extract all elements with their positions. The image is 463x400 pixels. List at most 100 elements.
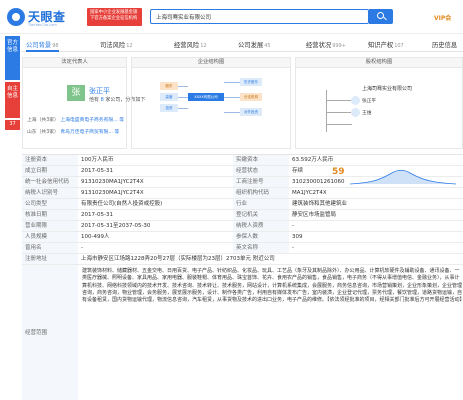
table-row: 核准日期 2017-05-31 登记机关 静安区市场监管局 [22,210,463,221]
promo-banner[interactable]: 国家中小企业发展基金旗下官方备案企业征信机构 [87,8,142,26]
rep-company-row[interactable]: 上海（共3家） 上海电盛商电子商务有限... 等 [27,116,124,123]
field-label: 统一社会信用代码 [22,177,78,187]
tree-branch [326,112,352,113]
field-label: 经营状态 [233,166,289,176]
company-link[interactable]: 上海电盛商电子商务有限... 等 [60,118,124,123]
top-bar: 天眼查 TianYanCha.com 国家中小企业发展基金旗下官方备案企业征信机… [0,0,463,34]
side-tab-official[interactable]: 官方信息 [5,36,20,80]
tab-count: 98 [52,43,59,49]
company-link[interactable]: 青岛万佳电子商贸有限... 等 [60,130,119,135]
tab-history[interactable]: 历史信息 [432,40,457,49]
meta-count[interactable]: 8 [101,97,104,103]
structure-node-center: XXXX有限公司 [188,93,224,101]
logo-eye-icon[interactable] [7,8,25,26]
field-label: 公司类型 [22,199,78,209]
field-value: 建筑装饰和其他建筑业 [292,201,348,207]
side-tab-self[interactable]: 自主信息 [5,82,20,118]
score-value[interactable]: 59 [332,167,345,177]
address-value: 上海市静安区江场路1228弄20号27层（实际楼层为23层）2703单元 附近公… [81,256,275,262]
field-value: - [292,245,294,251]
tab-label: 历史信息 [432,42,458,49]
business-scope-text: 建筑装饰材料、储藏器材、五金交电、日用百货、电子产品、针纺织品、化妆品、玩具、工… [82,268,463,304]
panel-title: 企业结构图 [132,58,290,68]
structure-panel[interactable]: 企业结构图 股东 高管 投资 XXXX有限公司 历史股东 分支机构 对外投资 [131,57,291,149]
logo-subtext: TianYanCha.com [28,23,57,27]
connector-line [224,97,240,98]
structure-node-executives: 高管 [160,93,178,101]
shareholder-name[interactable]: 王维 [362,110,371,116]
tree-branch [326,124,352,125]
field-value: 100-499人 [81,234,110,240]
field-value: 2017-05-31 [81,212,113,218]
field-label: 人员规模 [22,232,78,242]
shareholder-panel[interactable]: 股权结构图 上海司骞实业有限公司 张正平 王维 [295,57,463,149]
tab-company-background[interactable]: 公司背景98 [26,40,59,52]
table-row: 注册资本 100万人民币 实缴资本 63.592万人民币 [22,155,463,166]
shareholder-company: 上海司骞实业有限公司 [362,86,413,92]
field-value: 91310230MA1JYC2T4X [81,190,144,196]
field-label: 经营范围 [22,265,78,400]
field-label: 工商注册号 [233,177,289,187]
side-tab-count-badge: 37 [5,120,20,130]
field-label: 组织机构代码 [233,188,289,198]
connector-line [178,97,188,98]
field-label: 营业期限 [22,221,78,231]
connector-line [224,112,240,113]
field-value: - [292,223,294,229]
tab-label: 经营状况 [306,42,332,49]
shareholder-name[interactable]: 张正平 [362,98,376,104]
tab-label: 经营风险 [174,42,200,49]
search-input[interactable] [151,10,368,23]
table-row: 纳税人识别号 91310230MA1JYC2T4X 组织机构代码 MA1JYC2… [22,188,463,199]
rep-company-row[interactable]: 山东（共3家） 青岛万佳电子商贸有限... 等 [27,128,119,135]
field-value: 静安区市场监管局 [292,212,337,218]
tab-count: 12 [200,43,207,49]
connector-line [224,82,240,83]
field-value: 91310230MA1JYC2T4X [81,179,144,185]
table-row: 人员规模 100-499人 参保人数 309 [22,232,463,243]
table-row: 营业期限 2017-05-31至2037-05-30 纳税人资质 - [22,221,463,232]
field-label: 参保人数 [233,232,289,242]
field-label: 注册地址 [22,254,78,264]
tree-line [326,90,327,132]
legal-rep-name[interactable]: 张正平 [89,86,110,96]
tab-count: 12 [126,43,133,49]
tab-label: 公司发展 [238,42,264,49]
field-label: 纳税人资质 [233,221,289,231]
tab-company-development[interactable]: 公司发展45 [238,40,271,49]
tree-branch [326,100,352,101]
shareholder-avatar [351,108,360,117]
tab-operating-status[interactable]: 经营状况999+ [306,40,346,49]
section-tabs: 公司背景98 司法风险12 经营风险12 公司发展45 经营状况999+ 知识产… [22,38,463,52]
panel-title: 法定代表人 [23,58,126,68]
avatar[interactable]: 张 [67,85,85,101]
table-row: 公司类型 有限责任公司(自然人投资或控股) 行业 建筑装饰和其他建筑业 [22,199,463,210]
field-label: 纳税人识别号 [22,188,78,198]
tab-operating-risk[interactable]: 经营风险12 [174,40,207,49]
connector-line [178,108,188,109]
tab-label: 知识产权 [368,42,394,49]
structure-node-branches: 分支机构 [240,93,262,101]
structure-node-outbound: 对外投资 [240,108,262,116]
structure-node-history: 历史股东 [240,78,262,86]
tab-intellectual-property[interactable]: 知识产权107 [368,40,404,49]
connector-line [178,86,188,87]
field-value: 100万人民币 [81,157,114,163]
tab-judicial-risk[interactable]: 司法风险12 [100,40,133,49]
field-value: 310230001261060 [292,179,345,185]
field-value: MA1JYC2T4X [292,190,327,196]
field-label: 核准日期 [22,210,78,220]
field-value: 63.592万人民币 [292,157,334,163]
search-button[interactable] [369,9,393,24]
field-value: 2017-05-31 [81,168,113,174]
region-label: 山东（共3家） [27,130,59,135]
search-box[interactable] [150,9,369,24]
status-text: 存续 [292,168,304,174]
field-label: 登记机关 [233,210,289,220]
table-row: 注册地址 上海市静安区江场路1228弄20号27层（实际楼层为23层）2703单… [22,254,463,265]
vip-link[interactable]: VIP会 [434,13,451,22]
field-value: 有限责任公司(自然人投资或控股) [81,201,163,207]
field-label: 行业 [233,199,289,209]
shareholder-avatar [351,96,360,105]
tab-count: 107 [394,43,404,49]
